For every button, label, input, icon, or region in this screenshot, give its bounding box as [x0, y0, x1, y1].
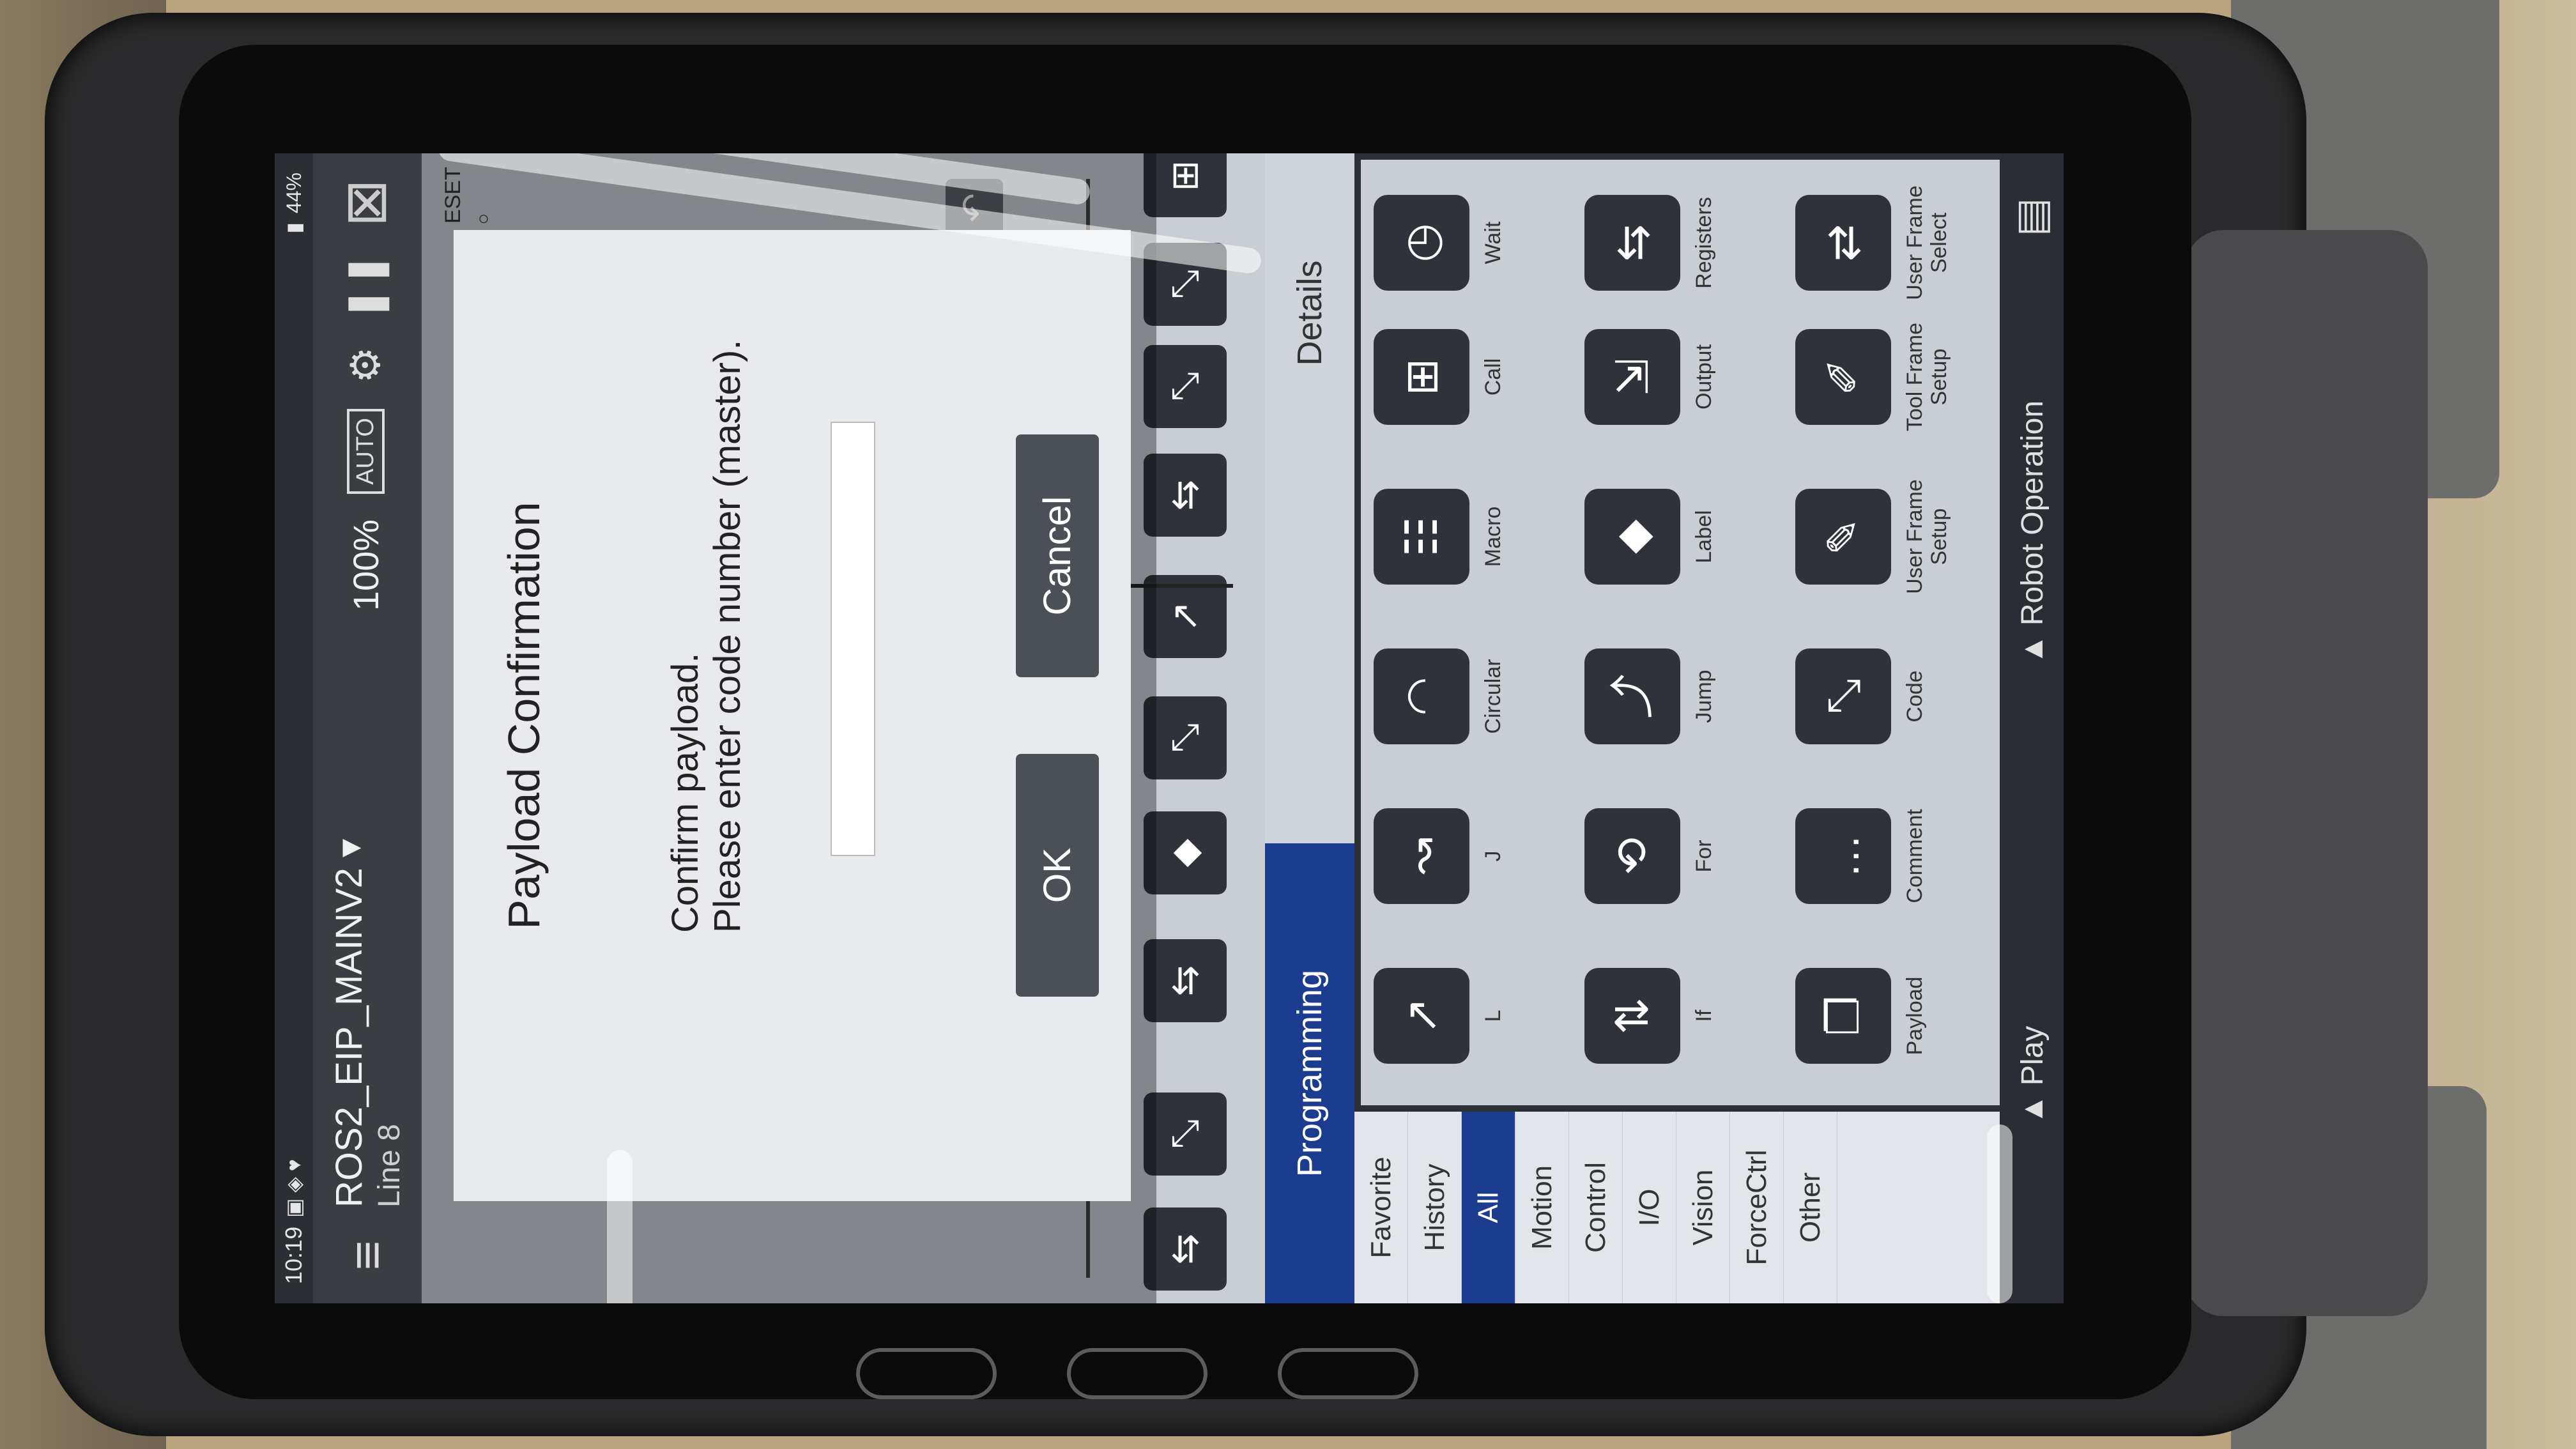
circular-move-icon: ◠ [1374, 648, 1469, 744]
command-code[interactable]: ⤡ Code [1782, 613, 1974, 779]
command-label-label: Label [1692, 510, 1716, 564]
battery-icon: ▮ [282, 222, 305, 234]
command-grid: ↗ L ↝ J ◠ Circular ☷ Macro ⊞ Call ◷ Wait… [1361, 160, 2000, 1105]
dialog-message: Confirm payload. Please enter code numbe… [664, 340, 749, 933]
command-if[interactable]: ⇅ If [1572, 933, 1763, 1099]
command-wait-label: Wait [1481, 221, 1505, 264]
palette-tabbar: Programming Details [1265, 153, 1354, 1303]
ok-button[interactable]: OK [1016, 754, 1099, 997]
category-favorite[interactable]: Favorite [1354, 1112, 1408, 1303]
command-code-label: Code [1903, 670, 1927, 723]
command-registers-label: Registers [1692, 197, 1716, 289]
command-for-label: For [1692, 839, 1716, 873]
program-name-text: ROS2_EIP_MAINV2 [328, 868, 370, 1208]
category-control[interactable]: Control [1569, 1112, 1623, 1303]
command-for[interactable]: ⟲ For [1572, 773, 1763, 939]
command-comment-label: Comment [1903, 809, 1927, 903]
pause-icon[interactable]: ❚❚ [342, 252, 390, 321]
dialog-message-line1: Confirm payload. [664, 652, 706, 933]
command-circular[interactable]: ◠ Circular [1361, 613, 1552, 779]
for-loop-icon: ⟲ [1584, 808, 1680, 904]
command-label[interactable]: ◆ Label [1572, 454, 1763, 620]
robot-status-icon[interactable]: ⚙ [342, 347, 390, 383]
category-list: Favorite History All Motion Control I/O … [1354, 1112, 2000, 1303]
if-icon: ⇅ [1584, 968, 1680, 1064]
command-if-label: If [1692, 1009, 1716, 1022]
label-tag-icon: ◆ [1584, 489, 1680, 585]
program-name[interactable]: ROS2_EIP_MAINV2 ▾ [327, 839, 371, 1208]
command-macro-label: Macro [1481, 506, 1505, 567]
command-jump-label: Jump [1692, 670, 1716, 723]
screen-glare [607, 1150, 632, 1303]
recent-apps-button[interactable] [856, 1348, 997, 1399]
home-button[interactable] [1067, 1348, 1208, 1399]
category-other[interactable]: Other [1784, 1112, 1837, 1303]
command-user-frame-select[interactable]: ⇄ User Frame Select [1782, 160, 1974, 326]
command-wait[interactable]: ◷ Wait [1361, 160, 1552, 326]
tab-programming[interactable]: Programming [1265, 843, 1354, 1303]
status-time: 10:19 [280, 1226, 307, 1284]
tool-frame-setup-icon: ✐ [1795, 329, 1891, 425]
macro-icon: ☷ [1374, 489, 1469, 585]
output-icon: ⇲ [1584, 329, 1680, 425]
battery-percent: 44% [282, 172, 305, 214]
category-history[interactable]: History [1408, 1112, 1462, 1303]
call-icon: ⊞ [1374, 329, 1469, 425]
payload-icon: ❐ [1795, 968, 1891, 1064]
notification-icons: ▣ ◈ ♥ [282, 1159, 305, 1218]
command-palette: Programming Details Favorite History All… [1265, 153, 2064, 1303]
hardware-nav-buttons [856, 1338, 1431, 1409]
code-number-input[interactable] [831, 422, 875, 856]
category-vision[interactable]: Vision [1676, 1112, 1730, 1303]
linear-move-icon: ↗ [1374, 968, 1469, 1064]
payload-confirmation-dialog: Payload Confirmation Confirm payload. Pl… [454, 230, 1131, 1201]
command-payload-label: Payload [1903, 976, 1927, 1055]
cancel-button[interactable]: Cancel [1016, 434, 1099, 677]
play-button[interactable]: ▲ Play [2015, 1026, 2050, 1124]
header-right: 100% AUTO ⚙ ❚❚ ⊠ [332, 179, 399, 611]
command-jump[interactable]: ⤴ Jump [1572, 613, 1763, 779]
tablet-case-side [2185, 230, 2428, 1316]
rotated-ui: 10:19 ▣ ◈ ♥ ▮ 44% ≡ ROS2_EIP_MAINV2 ▾ Li… [275, 153, 2064, 1303]
line-number: Line 8 [372, 1124, 406, 1208]
command-user-frame-setup[interactable]: ✎ User Frame Setup [1782, 454, 1974, 620]
jump-icon: ⤴ [1584, 648, 1680, 744]
command-l[interactable]: ↗ L [1361, 933, 1552, 1099]
hamburger-icon[interactable]: ≡ [339, 1227, 396, 1284]
tab-details[interactable]: Details [1265, 153, 1354, 473]
command-l-label: L [1481, 1009, 1505, 1022]
registers-icon: ⇆ [1584, 195, 1680, 291]
comment-icon: … [1795, 808, 1891, 904]
command-registers[interactable]: ⇆ Registers [1572, 160, 1763, 326]
command-j-label: J [1481, 850, 1505, 862]
user-frame-select-icon: ⇄ [1795, 195, 1891, 291]
category-forcectrl[interactable]: ForceCtrl [1730, 1112, 1784, 1303]
user-frame-setup-icon: ✎ [1795, 489, 1891, 585]
code-icon: ⤡ [1795, 648, 1891, 744]
save-icon[interactable]: ▤ [2007, 198, 2055, 236]
speed-override[interactable]: 100% [345, 519, 387, 611]
wait-clock-icon: ◷ [1374, 195, 1469, 291]
robot-operation-button[interactable]: ▲ Robot Operation [2015, 401, 2050, 664]
auto-mode-icon: AUTO [347, 409, 385, 494]
joint-move-icon: ↝ [1374, 808, 1469, 904]
command-comment[interactable]: … Comment [1782, 773, 1974, 939]
app-header: ≡ ROS2_EIP_MAINV2 ▾ Line 8 100% AUTO ⚙ ❚… [313, 153, 422, 1303]
command-user-frame-setup-label: User Frame Setup [1903, 479, 1951, 594]
dialog-message-line2: Please enter code number (master). [707, 339, 748, 933]
category-io[interactable]: I/O [1623, 1112, 1676, 1303]
command-j[interactable]: ↝ J [1361, 773, 1552, 939]
status-bar: 10:19 ▣ ◈ ♥ ▮ 44% [275, 153, 313, 1303]
category-all[interactable]: All [1462, 1112, 1515, 1303]
category-motion[interactable]: Motion [1515, 1112, 1569, 1303]
tablet-screen: 10:19 ▣ ◈ ♥ ▮ 44% ≡ ROS2_EIP_MAINV2 ▾ Li… [275, 153, 2064, 1303]
close-icon[interactable]: ⊠ [332, 179, 399, 227]
back-button[interactable] [1278, 1348, 1418, 1399]
command-circular-label: Circular [1481, 659, 1505, 734]
command-macro[interactable]: ☷ Macro [1361, 454, 1552, 620]
command-payload[interactable]: ❐ Payload [1782, 933, 1974, 1099]
command-user-frame-select-label: User Frame Select [1903, 185, 1951, 300]
dialog-title: Payload Confirmation [499, 502, 549, 930]
screen-glare [1987, 1124, 2012, 1303]
